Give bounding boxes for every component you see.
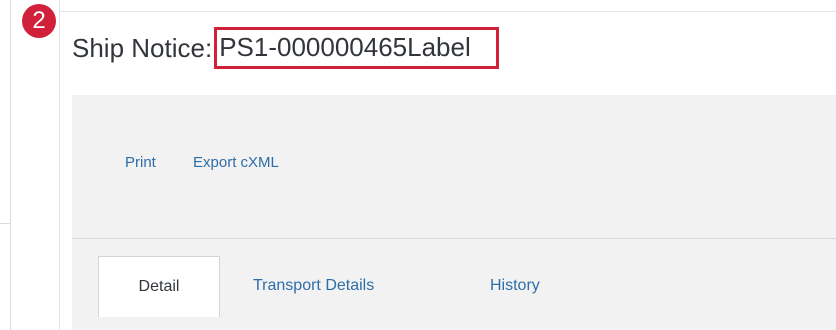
tab-detail[interactable]: Detail: [98, 256, 220, 317]
action-links: Print Export cXML: [125, 154, 279, 171]
ship-notice-id: PS1-000000465Label: [219, 32, 471, 62]
print-link[interactable]: Print: [125, 154, 156, 171]
ship-notice-id-highlight: PS1-000000465Label: [214, 27, 499, 69]
header-rule: [59, 11, 836, 12]
step-number-badge: 2: [22, 4, 56, 38]
tab-divider: [72, 238, 836, 239]
export-cxml-link[interactable]: Export cXML: [193, 154, 279, 171]
page-title-prefix: Ship Notice:: [72, 33, 213, 63]
left-panel-divider: [0, 223, 10, 224]
page-title: Ship Notice: PS1-000000465Label: [72, 27, 499, 69]
left-panel: [0, 0, 11, 330]
tab-transport-details[interactable]: Transport Details: [253, 256, 374, 316]
tab-history[interactable]: History: [490, 256, 540, 316]
